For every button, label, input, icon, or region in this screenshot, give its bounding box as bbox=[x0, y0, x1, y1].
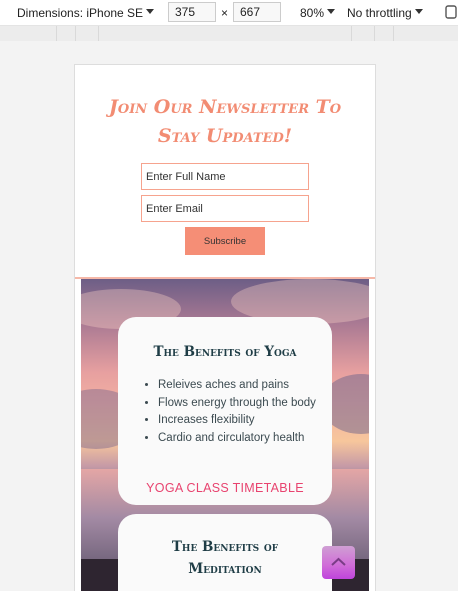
yoga-timetable-link[interactable]: YOGA CLASS TIMETABLE bbox=[118, 481, 332, 495]
newsletter-title-line1: Join Our Newsletter To bbox=[108, 96, 342, 118]
throttling-dropdown[interactable]: No throttling bbox=[347, 4, 423, 22]
yoga-card-title: The Benefits of Yoga bbox=[153, 344, 297, 360]
newsletter-title-line2: Stay Updated! bbox=[157, 125, 293, 147]
height-input[interactable]: 667 bbox=[233, 2, 281, 22]
list-item: Flows energy through the body bbox=[158, 395, 322, 413]
newsletter-title: Join Our Newsletter To Stay Updated! bbox=[85, 93, 365, 151]
scroll-to-top-button[interactable] bbox=[322, 546, 355, 579]
list-item: Releives aches and pains bbox=[158, 377, 322, 395]
meditation-title-line2: Meditation bbox=[188, 561, 262, 577]
email-input[interactable] bbox=[141, 195, 309, 222]
newsletter-section: Join Our Newsletter To Stay Updated! Sub… bbox=[75, 65, 375, 279]
width-input[interactable]: 375 bbox=[168, 2, 216, 22]
dimensions-dropdown[interactable]: Dimensions: iPhone SE bbox=[17, 4, 155, 22]
dimensions-label: Dimensions: iPhone SE bbox=[17, 6, 144, 20]
rotate-icon[interactable] bbox=[444, 4, 458, 22]
zoom-label: 80% bbox=[300, 6, 325, 20]
yoga-benefits-card: The Benefits of Yoga Releives aches and … bbox=[118, 317, 332, 505]
sunset-background-image: The Benefits of Yoga Releives aches and … bbox=[81, 279, 369, 591]
meditation-card-title: The Benefits of Meditation bbox=[118, 536, 332, 580]
list-item: Cardio and circulatory health bbox=[158, 430, 322, 448]
chevron-down-icon bbox=[327, 9, 336, 15]
list-item: Increases flexibility bbox=[158, 412, 322, 430]
device-viewport: Join Our Newsletter To Stay Updated! Sub… bbox=[75, 65, 375, 591]
subscribe-button[interactable]: Subscribe bbox=[185, 227, 265, 255]
meditation-benefits-card: The Benefits of Meditation bbox=[118, 514, 332, 591]
chevron-up-icon bbox=[331, 557, 346, 566]
yoga-benefits-list: Releives aches and pains Flows energy th… bbox=[144, 377, 322, 447]
throttling-label: No throttling bbox=[347, 6, 412, 20]
meditation-title-line1: The Benefits of bbox=[171, 539, 279, 555]
devtools-device-toolbar: Dimensions: iPhone SE 375 × 667 80% No t… bbox=[0, 0, 458, 26]
zoom-dropdown[interactable]: 80% bbox=[300, 4, 336, 22]
media-query-ruler bbox=[0, 26, 458, 41]
dimension-separator: × bbox=[221, 6, 229, 20]
chevron-down-icon bbox=[146, 9, 155, 15]
full-name-input[interactable] bbox=[141, 163, 309, 190]
chevron-down-icon bbox=[414, 9, 423, 15]
